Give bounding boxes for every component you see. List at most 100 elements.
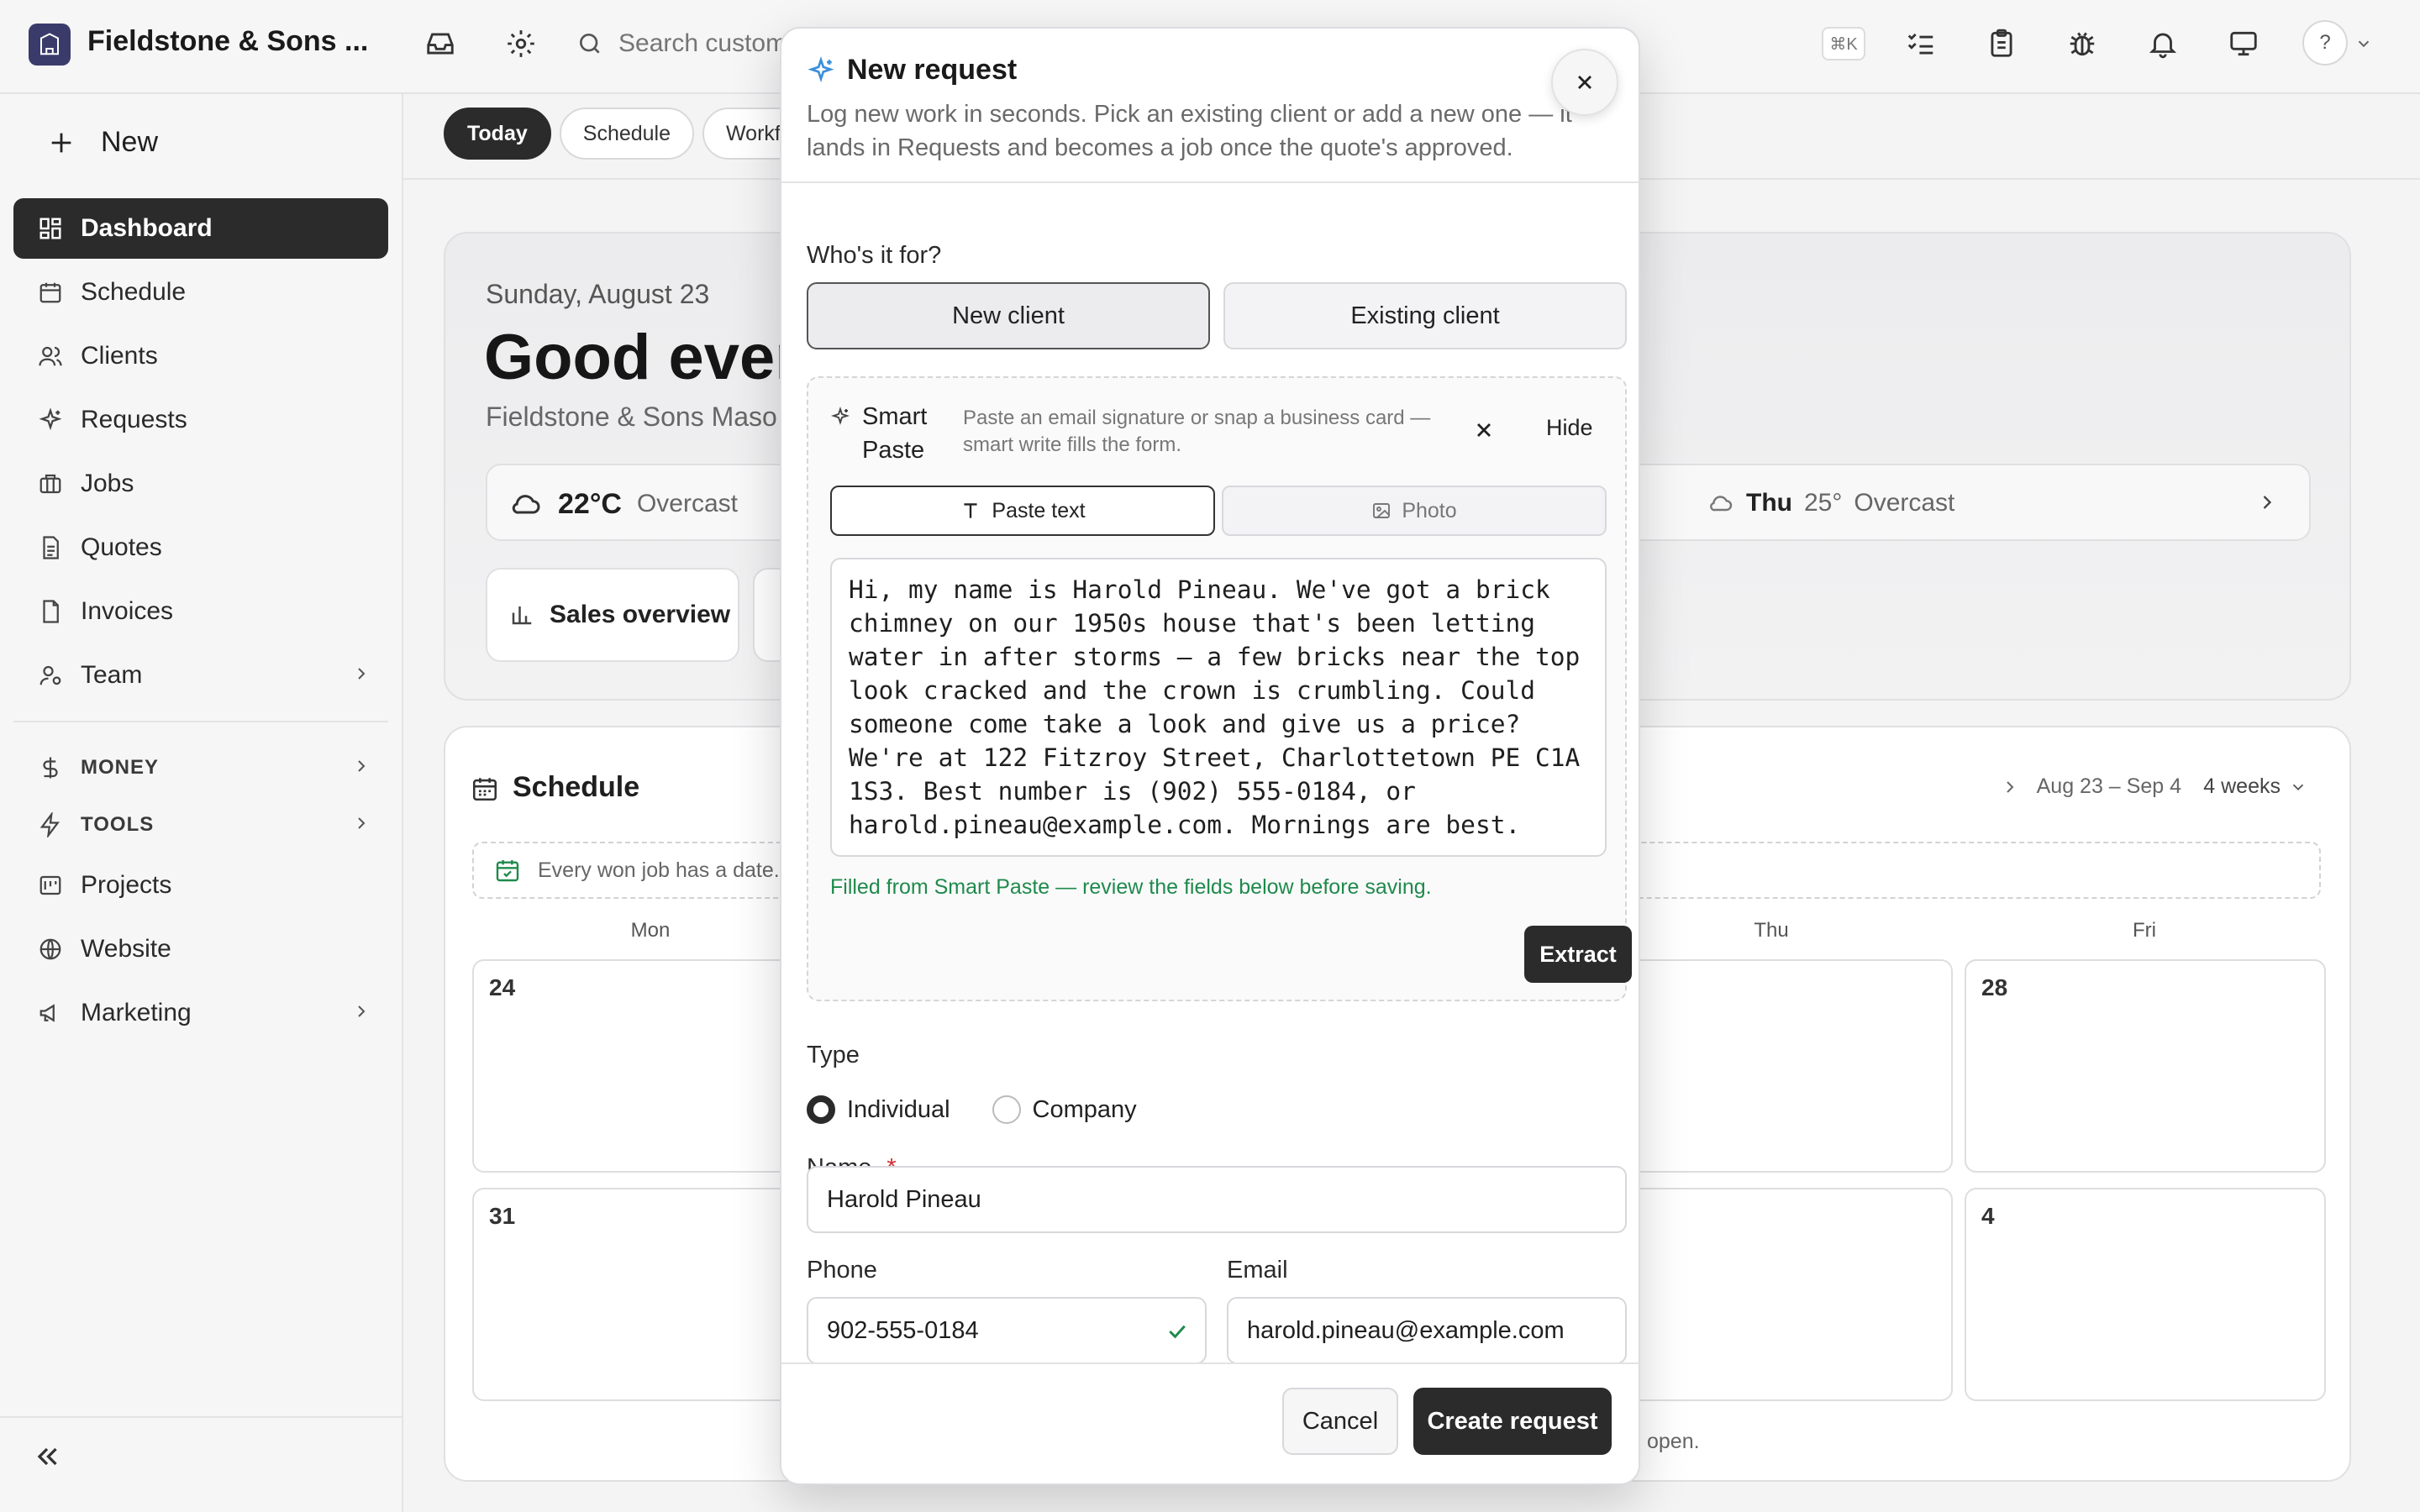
sidebar-item-quotes[interactable]: Quotes [13,517,388,578]
smart-paste-status: Filled from Smart Paste — review the fie… [830,875,1432,899]
day-header-fri: Fri [2133,919,2156,942]
dialog-description: Log new work in seconds. Pick an existin… [807,101,1572,161]
plus-icon [51,133,71,152]
smart-paste-textarea[interactable] [830,558,1607,857]
forecast-condition: Overcast [1854,489,1955,517]
schedule-title: Schedule [513,771,640,803]
email-label: Email [1227,1257,1288,1284]
schedule-notice-text: Every won job has a date. [538,858,780,882]
document-icon [34,531,67,564]
sidebar-item-marketing[interactable]: Marketing [13,983,388,1043]
chevron-right-icon [2006,780,2014,793]
bug-icon[interactable] [2062,24,2102,64]
weeks-select[interactable]: 4 weeks [2203,774,2307,799]
photo-tab[interactable]: Photo [1222,486,1607,536]
calendar-icon [471,774,499,803]
new-button[interactable]: New [47,126,158,159]
bar-chart-icon [512,606,532,625]
company-radio-label[interactable]: Company [1033,1096,1137,1124]
sidebar-item-label: Website [81,935,171,963]
sidebar-item-jobs[interactable]: Jobs [13,454,388,514]
cloud-icon [512,495,540,514]
chevron-down-icon[interactable] [2351,24,2376,64]
sidebar-section-money[interactable]: MONEY [13,738,388,798]
email-field[interactable]: harold.pineau@example.com [1227,1297,1627,1364]
current-date: Sunday, August 23 [486,279,710,309]
sales-overview-button[interactable]: Sales overview [486,568,739,662]
calendar-day-number: 28 [1981,974,2008,1000]
tab-schedule[interactable]: Schedule [559,108,695,160]
smart-paste-title: Smart Paste [830,400,938,467]
individual-radio[interactable] [807,1095,835,1124]
forecast-day: Thu [1746,489,1792,517]
sidebar-item-schedule[interactable]: Schedule [13,262,388,323]
sidebar-item-label: Clients [81,342,158,370]
sidebar-item-team[interactable]: Team [13,645,388,706]
company-name[interactable]: Fieldstone & Sons ... [87,25,368,58]
weather-condition: Overcast [636,490,738,517]
existing-client-toggle[interactable]: Existing client [1223,282,1627,349]
building-icon [40,33,59,55]
sidebar-item-label: Team [81,661,143,689]
clipboard-icon[interactable] [1981,24,2022,64]
company-radio[interactable] [992,1095,1021,1124]
paste-text-tab[interactable]: Paste text [830,486,1215,536]
weather-temp: 22°C [558,487,622,520]
sparkle-icon [808,55,834,82]
briefcase-icon [34,467,67,501]
phone-field[interactable]: 902-555-0184 [807,1297,1207,1364]
create-request-button[interactable]: Create request [1413,1388,1612,1455]
new-client-toggle[interactable]: New client [807,282,1210,349]
divider [13,721,388,722]
view-tabs: Today Schedule Workfl [444,108,809,160]
dialog-title: New request [847,54,1018,86]
tab-today[interactable]: Today [444,108,551,160]
sidebar-item-clients[interactable]: Clients [13,326,388,386]
extract-button[interactable]: Extract [1524,926,1632,983]
calendar-day-cell[interactable]: 4 [1965,1188,2326,1401]
sidebar-item-requests[interactable]: Requests [13,390,388,450]
settings-gear-icon[interactable] [501,24,541,64]
sidebar-item-label: Jobs [81,470,134,497]
team-icon [34,659,67,692]
monitor-icon[interactable] [2223,24,2264,64]
who-label: Who's it for? [807,242,942,269]
calendar-day-cell[interactable] [1591,1188,1953,1401]
checklist-icon[interactable] [1901,24,1941,64]
name-field[interactable]: Harold Pineau [807,1166,1627,1233]
sidebar-item-website[interactable]: Website [13,919,388,979]
close-icon [1477,423,1491,437]
sidebar-item-invoices[interactable]: Invoices [13,581,388,642]
sidebar-section-tools[interactable]: TOOLS [13,795,388,855]
hide-smart-paste-button[interactable]: Hide [1546,415,1593,441]
sidebar-item-label: Invoices [81,597,174,625]
close-icon [1578,76,1591,89]
dialog-footer: Cancel Create request [781,1362,1639,1483]
company-logo[interactable] [29,24,71,66]
close-button[interactable] [1551,49,1618,116]
cancel-button[interactable]: Cancel [1282,1388,1398,1455]
help-button[interactable]: ? [2302,20,2348,66]
chevron-right-icon [351,664,371,684]
calendar-day-cell[interactable]: 28 [1965,959,2326,1173]
individual-radio-label[interactable]: Individual [847,1096,950,1124]
calendar-day-number: 24 [489,974,516,1000]
inbox-icon[interactable] [420,24,460,64]
calendar-icon [34,276,67,309]
date-range[interactable]: Aug 23 – Sep 4 [2000,774,2181,799]
collapse-sidebar-icon[interactable] [32,1441,62,1472]
type-label: Type [807,1042,860,1068]
chevron-right-icon [351,756,371,776]
users-icon [34,339,67,373]
sidebar-item-label: Schedule [81,278,187,306]
calendar-day-cell[interactable] [1591,959,1953,1173]
sidebar-section-label: TOOLS [81,813,155,836]
phone-value: 902-555-0184 [827,1316,979,1344]
sidebar-item-projects[interactable]: Projects [13,855,388,916]
bell-icon[interactable] [2143,24,2183,64]
chevron-right-icon[interactable] [2255,491,2279,514]
invoice-icon [34,595,67,628]
sales-overview-label: Sales overview [550,601,731,628]
sidebar-item-dashboard[interactable]: Dashboard [13,198,388,259]
dismiss-smart-paste-button[interactable] [1472,418,1496,442]
